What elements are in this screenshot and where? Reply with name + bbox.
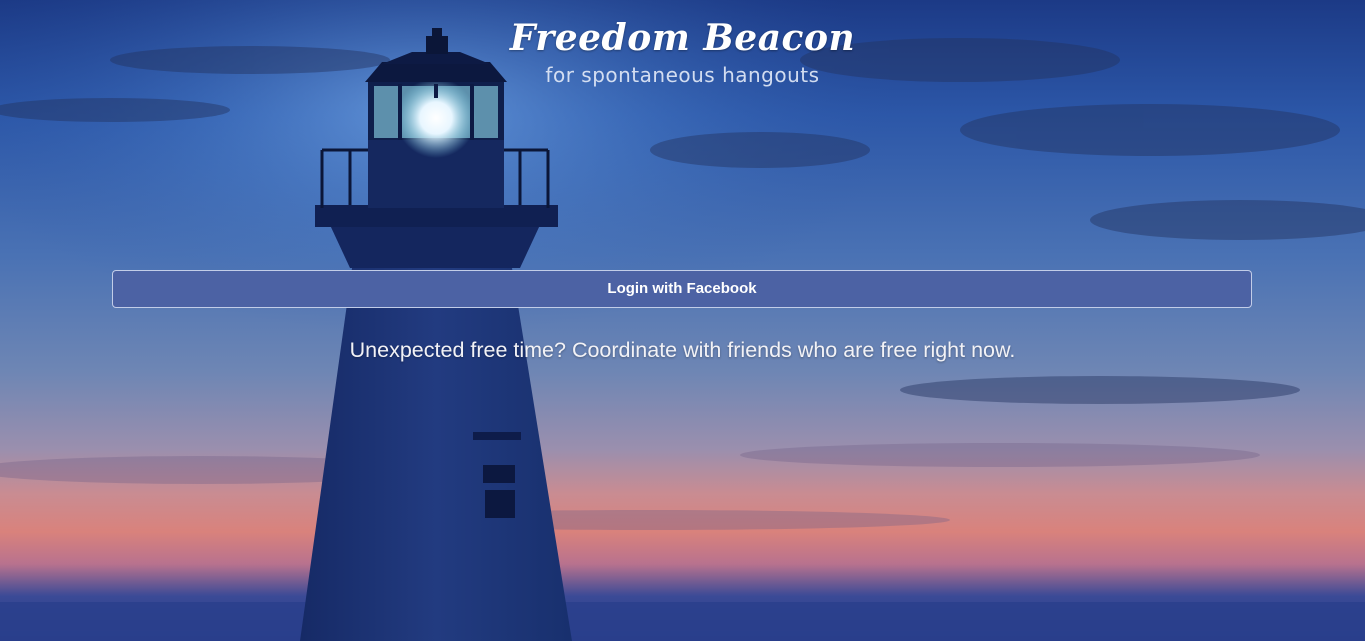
login-with-facebook-button[interactable]: Login with Facebook xyxy=(112,270,1252,308)
main-description: Unexpected free time? Coordinate with fr… xyxy=(349,338,1016,362)
app-title: Freedom Beacon xyxy=(509,17,856,59)
app-subtitle: for spontaneous hangouts xyxy=(545,63,820,87)
background-image xyxy=(0,0,1365,641)
app-header: Freedom Beacon for spontaneous hangouts xyxy=(0,14,1365,88)
